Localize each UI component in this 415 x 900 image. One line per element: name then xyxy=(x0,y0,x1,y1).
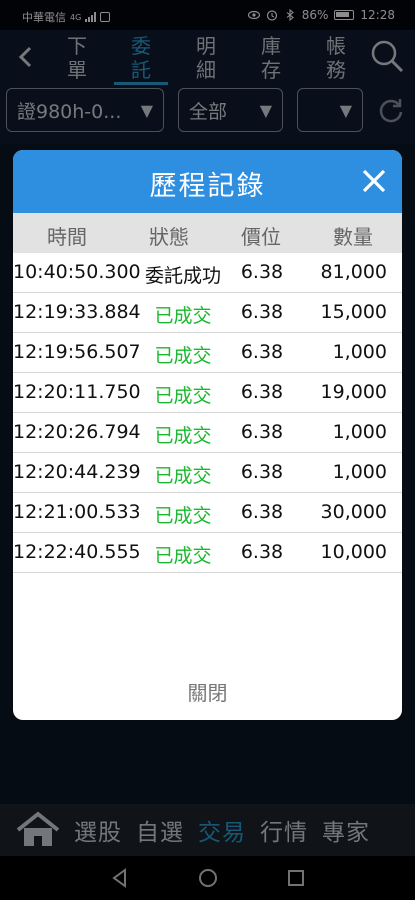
cell-time: 12:21:00.533 xyxy=(13,501,141,523)
table-row: 12:19:33.884 已成交 6.38 15,000 xyxy=(13,293,402,333)
close-button[interactable]: 關閉 xyxy=(13,666,402,720)
table-row: 12:22:40.555 已成交 6.38 10,000 xyxy=(13,533,402,573)
cell-quantity: 1,000 xyxy=(332,421,387,443)
table-row: 12:20:11.750 已成交 6.38 19,000 xyxy=(13,373,402,413)
cell-status: 委託成功 xyxy=(144,265,221,287)
cell-price: 6.38 xyxy=(240,261,284,283)
cell-price: 6.38 xyxy=(240,421,284,443)
cell-status: 已成交 xyxy=(154,505,212,527)
cell-quantity: 1,000 xyxy=(332,461,387,483)
cell-time: 12:20:44.239 xyxy=(13,461,141,483)
cell-time: 12:19:33.884 xyxy=(13,301,141,323)
cell-price: 6.38 xyxy=(240,541,284,563)
table-row: 10:40:50.300 委託成功 6.38 81,000 xyxy=(13,253,402,293)
cell-price: 6.38 xyxy=(240,341,284,363)
cell-time: 10:40:50.300 xyxy=(13,261,141,283)
cell-quantity: 81,000 xyxy=(320,261,387,283)
column-header-price: 價位 xyxy=(241,225,281,249)
table-row: 12:20:44.239 已成交 6.38 1,000 xyxy=(13,453,402,493)
cell-price: 6.38 xyxy=(240,501,284,523)
dialog-title: 歷程記錄 xyxy=(149,171,266,202)
table-row: 12:19:56.507 已成交 6.38 1,000 xyxy=(13,333,402,373)
cell-time: 12:19:56.507 xyxy=(13,341,141,363)
cell-status: 已成交 xyxy=(154,545,212,567)
cell-time: 12:22:40.555 xyxy=(13,541,141,563)
cell-quantity: 19,000 xyxy=(320,381,387,403)
history-dialog: 歷程記錄 時間 狀態 價位 數量 10:40:50.300 委託成功 6.38 … xyxy=(13,150,402,720)
cell-status: 已成交 xyxy=(154,385,212,407)
cell-status: 已成交 xyxy=(154,425,212,447)
cell-price: 6.38 xyxy=(240,461,284,483)
cell-status: 已成交 xyxy=(154,305,212,327)
cell-quantity: 15,000 xyxy=(320,301,387,323)
cell-price: 6.38 xyxy=(240,381,284,403)
cell-quantity: 1,000 xyxy=(332,341,387,363)
column-header-quantity: 數量 xyxy=(333,225,373,249)
cell-status: 已成交 xyxy=(154,465,212,487)
cell-time: 12:20:26.794 xyxy=(13,421,141,443)
cell-status: 已成交 xyxy=(154,345,212,367)
cell-quantity: 30,000 xyxy=(320,501,387,523)
column-header-status: 狀態 xyxy=(149,225,189,249)
cell-time: 12:20:11.750 xyxy=(13,381,141,403)
close-icon[interactable] xyxy=(360,167,388,195)
cell-quantity: 10,000 xyxy=(320,541,387,563)
table-row: 12:20:26.794 已成交 6.38 1,000 xyxy=(13,413,402,453)
table-header: 時間 狀態 價位 數量 xyxy=(13,213,402,253)
dialog-header: 歷程記錄 xyxy=(13,150,402,213)
cell-price: 6.38 xyxy=(240,301,284,323)
table-row: 12:21:00.533 已成交 6.38 30,000 xyxy=(13,493,402,533)
history-table: 10:40:50.300 委託成功 6.38 81,000 12:19:33.8… xyxy=(13,253,402,573)
column-header-time: 時間 xyxy=(47,225,87,249)
